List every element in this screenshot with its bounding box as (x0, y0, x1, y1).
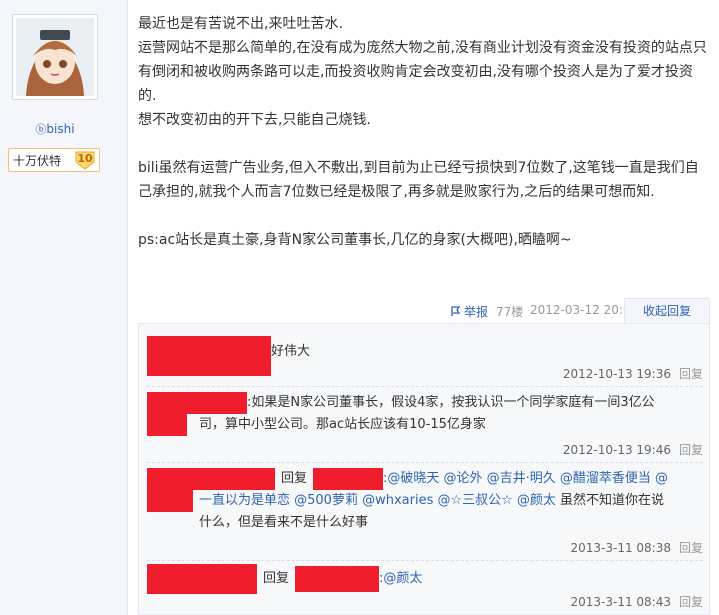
reply-item: 回复 :@颜太 (147, 564, 703, 594)
post-content: 最近也是有苦说不出,来吐吐苦水. 运营网站不是那么简单的,在没有成为庞然大物之前… (138, 12, 710, 252)
reply-text: 司，算中小型公司。那ac站长应该有10-15亿身家 (199, 417, 486, 432)
redacted-block (147, 414, 187, 436)
reply-item: :如果是N家公司董事长，假设4家，按我认识一个同学家庭有一间3亿公 司，算中小型… (147, 392, 703, 436)
reply-divider (147, 386, 703, 387)
post-actions: 举报 77楼 2012-03-12 20:11 收起回复 (138, 298, 710, 324)
user-sidebar: ⓑbishi 十万伏特 10 (0, 0, 128, 615)
reply-list: 好伟大 2012-10-13 19:36 回复 :如果是N家公司董事长，假设4家，… (138, 323, 710, 615)
post-line: bili虽然有运营广告业务,但入不敷出,到目前为止已经亏损快到7位数了,这笔钱一… (138, 160, 699, 176)
mention-links[interactable]: 一直以为是单恋 @500萝莉 @whxaries @☆三叔公☆ @颜太 (199, 493, 556, 508)
reply-button[interactable]: 回复 (679, 541, 703, 555)
post-line: 最近也是有苦说不出,来吐吐苦水. (138, 16, 343, 32)
username-text[interactable]: bishi (46, 122, 74, 136)
reply-divider (147, 560, 703, 561)
reply-meta: 2013-3-11 08:38 回复 (570, 539, 703, 556)
reply-time: 2013-3-11 08:43 (570, 595, 671, 609)
reply-meta: 2012-10-13 19:36 回复 (563, 365, 703, 382)
mention-links[interactable]: :@破晓天 @论外 @吉井·明久 @醋溜萃香便当 @ (383, 471, 668, 486)
reply-text: 好伟大 (271, 344, 311, 359)
redacted-username (313, 468, 384, 490)
level-number: 10 (77, 152, 93, 165)
post-time: 2012-03-12 20:11 (530, 303, 639, 317)
redacted-username (147, 392, 247, 414)
post-line: 的. (138, 88, 157, 104)
reply-to-label: 回复 (263, 571, 290, 586)
redacted-username (147, 336, 271, 376)
reply-divider (147, 462, 703, 463)
reply-text: 虽然不知道你在说 (555, 493, 665, 508)
report-button[interactable]: 举报 (450, 303, 488, 320)
redacted-username (147, 564, 257, 594)
reply-button[interactable]: 回复 (679, 443, 703, 457)
level-label: 十万伏特 (13, 153, 62, 168)
post-line: 己承担的,就我个人而言7位数已经是极限了,再多就是败家行为,之后的结果可想而知. (138, 184, 655, 200)
post-line: 有倒闭和被收购两条路可以走,而投资收购肯定会改变初由,没有哪个投资人是为了爱才投… (138, 64, 693, 80)
reply-meta: 2012-10-13 19:46 回复 (563, 441, 703, 458)
reply-button[interactable]: 回复 (679, 367, 703, 381)
reply-text: 什么，但是看来不是什么好事 (199, 515, 369, 530)
reply-time: 2013-3-11 08:38 (570, 541, 671, 555)
reply-meta: 2013-3-11 08:43 回复 (570, 593, 703, 610)
floor-number: 77楼 (496, 305, 524, 319)
collapse-replies-button[interactable]: 收起回复 (624, 298, 710, 324)
user-badge-icon: ⓑ (35, 123, 47, 136)
report-label: 举报 (464, 305, 489, 319)
username-link[interactable]: ⓑbishi (0, 121, 110, 137)
avatar-image (16, 18, 94, 96)
report-icon (451, 306, 461, 316)
reply-item: 回复 :@破晓天 @论外 @吉井·明久 @醋溜萃香便当 @ 一直以为是单恋 @50… (147, 468, 703, 534)
reply-time: 2012-10-13 19:36 (562, 367, 671, 381)
user-level[interactable]: 十万伏特 10 (8, 148, 100, 172)
reply-text: :如果是N家公司董事长，假设4家，按我认识一个同学家庭有一间3亿公 (247, 395, 655, 410)
mention-link[interactable]: :@颜太 (379, 568, 422, 590)
post-line: 想不改变初由的开下去,只能自己烧钱. (138, 112, 371, 128)
redacted-username (147, 468, 275, 490)
post-line: 运营网站不是那么简单的,在没有成为庞然大物之前,没有商业计划没有资金没有投资的站… (138, 40, 707, 56)
level-badge: 10 (74, 150, 96, 170)
avatar[interactable] (12, 14, 98, 100)
reply-to-label: 回复 (281, 471, 308, 486)
post-line: ps:ac站长是真土豪,身背N家公司董事长,几亿的身家(大概吧),晒瞌啊~ (138, 232, 572, 248)
reply-time: 2012-10-13 19:46 (562, 443, 671, 457)
redacted-block (147, 490, 193, 512)
redacted-username (295, 566, 380, 592)
reply-button[interactable]: 回复 (679, 595, 703, 609)
